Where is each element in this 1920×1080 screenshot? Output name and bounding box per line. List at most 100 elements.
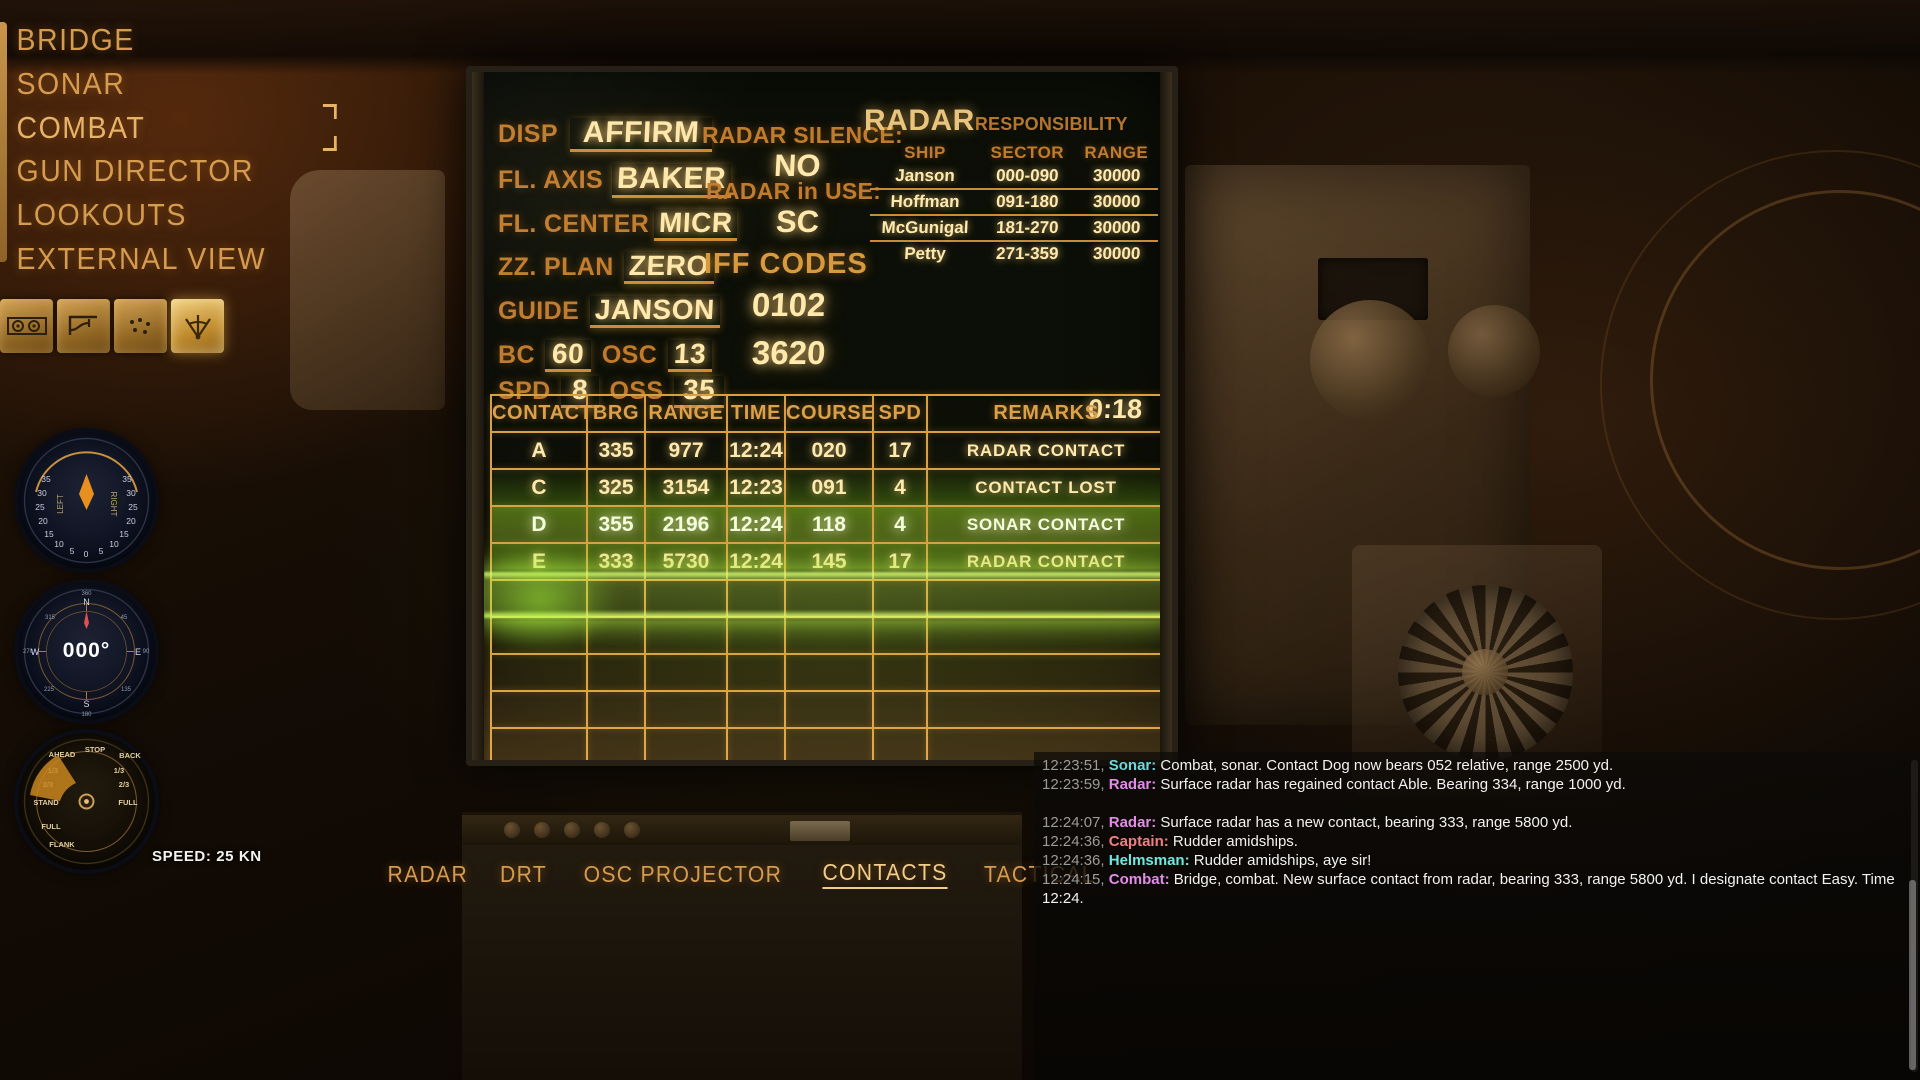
svg-text:5: 5 — [99, 546, 104, 556]
log-timestamp: 12:23:51, — [1042, 757, 1105, 774]
field-blank: AFFIRM — [570, 116, 713, 152]
cell-spd: 17 — [872, 542, 928, 581]
plot-dots-icon — [129, 318, 150, 334]
field-bc-osc[interactable]: BC 60 OSC 13 — [498, 338, 712, 372]
contacts-col-contact: CONTACT — [490, 394, 592, 433]
selection-bracket-bottom-icon — [322, 136, 337, 152]
svg-text:10: 10 — [54, 539, 64, 549]
cell-course: 118 — [784, 505, 874, 544]
responsibility-col-range: RANGE — [1084, 143, 1149, 162]
nav-item-combat[interactable]: COMBAT — [0, 103, 337, 152]
log-line: 12:24:07, Radar: Surface radar has a new… — [1042, 813, 1906, 832]
table-row[interactable]: E 333 5730 12:24 145 17 RADAR CONTACT — [490, 542, 1166, 581]
cell-range: 5730 — [644, 542, 728, 581]
field-guide[interactable]: GUIDE JANSON — [498, 294, 720, 328]
table-row[interactable] — [490, 579, 1166, 618]
radar-responsibility-panel: RADARRESPONSIBILITY SHIP SECTOR RANGE Ja… — [864, 104, 1159, 266]
engine-order-telegraph[interactable]: AHEADSTOPBACK 1/31/3 2/32/3 STANDFULL FU… — [18, 733, 155, 870]
selection-bracket-top-icon — [322, 103, 337, 119]
tab-radar[interactable]: RADAR — [388, 861, 469, 888]
cell-remarks — [926, 579, 1166, 618]
board-frame-right — [1160, 72, 1172, 760]
rudder-angle-indicator[interactable]: 35 30 25 20 15 10 505 10 15 20 25 30 35 LEFT RIG… — [18, 432, 155, 569]
responsibility-row[interactable]: Janson 000-090 30000 — [869, 164, 1159, 189]
contacts-col-time: TIME — [726, 394, 786, 433]
machinery-dial-large — [1310, 300, 1430, 420]
console-small-display — [790, 821, 850, 841]
nav-item-bridge[interactable]: BRIDGE — [0, 18, 313, 62]
field-blank: JANSON — [589, 294, 720, 328]
nav-label: BRIDGE — [16, 22, 135, 57]
field-fl-axis[interactable]: FL. AXIS BAKER — [498, 162, 731, 198]
tab-label: DRT — [499, 860, 547, 887]
console-knob-1[interactable] — [504, 822, 520, 838]
table-row[interactable] — [490, 616, 1166, 655]
toolbar-button-dials[interactable] — [0, 299, 53, 353]
field-value-osc: 13 — [672, 338, 707, 369]
console-knob-4[interactable] — [594, 822, 610, 838]
table-row[interactable] — [490, 653, 1166, 692]
machinery-dial-small — [1448, 305, 1540, 397]
responsibility-range: 30000 — [1073, 189, 1159, 215]
contacts-col-course: COURSE — [784, 394, 875, 433]
log-text: Rudder amidships, aye sir! — [1193, 852, 1372, 869]
cell-spd: 4 — [872, 505, 928, 544]
svg-text:FULL: FULL — [41, 822, 61, 831]
console-knob-2[interactable] — [534, 822, 550, 838]
table-row[interactable] — [490, 690, 1166, 729]
responsibility-row[interactable]: Hoffman 091-180 30000 — [869, 189, 1159, 215]
console-knob-3[interactable] — [564, 822, 580, 838]
responsibility-range: 30000 — [1073, 164, 1159, 189]
toolbar-button-radar-sweep[interactable] — [171, 299, 224, 353]
field-disp[interactable]: DISP AFFIRM — [498, 116, 713, 152]
field-fl-center[interactable]: FL. CENTER MICR — [498, 207, 738, 241]
responsibility-range: 30000 — [1092, 244, 1141, 263]
field-value: MICR — [657, 207, 734, 238]
svg-text:35: 35 — [122, 474, 132, 484]
svg-text:LEFT: LEFT — [56, 494, 65, 514]
contacts-col-remarks: REMARKS — [926, 394, 1166, 433]
log-text: Bridge, combat. New surface contact from… — [1042, 871, 1895, 907]
nav-item-gun-director[interactable]: GUN DIRECTOR — [0, 149, 313, 193]
responsibility-row[interactable]: McGunigal 181-270 30000 — [869, 215, 1159, 241]
log-scrollbar-thumb[interactable] — [1909, 880, 1916, 1070]
log-timestamp: 12:23:59, — [1042, 776, 1105, 793]
log-speaker: Combat: — [1108, 871, 1170, 888]
field-label: DISP — [498, 120, 558, 148]
station-toolbar — [0, 299, 224, 353]
table-row[interactable]: A 335 977 12:24 020 17 RADAR CONTACT — [490, 431, 1166, 470]
tab-drt[interactable]: DRT — [500, 861, 547, 888]
toolbar-button-chart[interactable] — [57, 299, 110, 353]
gyro-compass[interactable]: NE SW 315 45 135 225 270 90 180 360 000° — [18, 583, 155, 720]
cell-time — [726, 690, 786, 729]
tab-label: RADAR — [387, 860, 469, 887]
nav-item-sonar[interactable]: SONAR — [0, 62, 313, 106]
rudder-dial-face: 353025 201510 505 101520 253035 LEFT RIG… — [23, 437, 150, 564]
responsibility-sector: 271-359 — [995, 244, 1060, 263]
svg-text:15: 15 — [119, 529, 129, 539]
radar-in-use-value-wrap[interactable]: SC — [775, 204, 820, 240]
tab-osc-projector[interactable]: OSC PROJECTOR — [584, 861, 783, 888]
log-scrollbar-track[interactable] — [1909, 760, 1918, 1072]
console-knob-5[interactable] — [624, 822, 640, 838]
log-line: 12:24:36, Helmsman: Rudder amidships, ay… — [1042, 851, 1906, 870]
toolbar-button-plot[interactable] — [114, 299, 167, 353]
svg-text:25: 25 — [35, 502, 45, 512]
field-zz-plan[interactable]: ZZ. PLAN ZERO — [498, 250, 714, 284]
nav-item-lookouts[interactable]: LOOKOUTS — [0, 193, 313, 237]
svg-text:135: 135 — [121, 687, 132, 693]
tab-contacts[interactable]: CONTACTS — [822, 859, 948, 889]
svg-text:STOP: STOP — [85, 745, 105, 754]
radar-in-use-label: RADAR in USE: — [706, 178, 882, 204]
svg-text:5: 5 — [70, 546, 75, 556]
svg-text:S: S — [83, 699, 89, 709]
table-row[interactable]: D 355 2196 12:24 118 4 SONAR CONTACT — [490, 505, 1166, 544]
responsibility-row[interactable]: Petty 271-359 30000 — [870, 241, 1158, 266]
nav-item-external-view[interactable]: EXTERNAL VIEW — [0, 237, 313, 281]
cell-remarks: RADAR CONTACT — [926, 542, 1166, 581]
message-log[interactable]: 12:23:51, Sonar: Combat, sonar. Contact … — [1034, 752, 1920, 1080]
table-row[interactable]: C 325 3154 12:23 091 4 CONTACT LOST — [490, 468, 1166, 507]
responsibility-ship: McGunigal — [869, 215, 981, 241]
ventilation-fan — [1398, 585, 1573, 760]
tab-label: CONTACTS — [822, 859, 948, 885]
